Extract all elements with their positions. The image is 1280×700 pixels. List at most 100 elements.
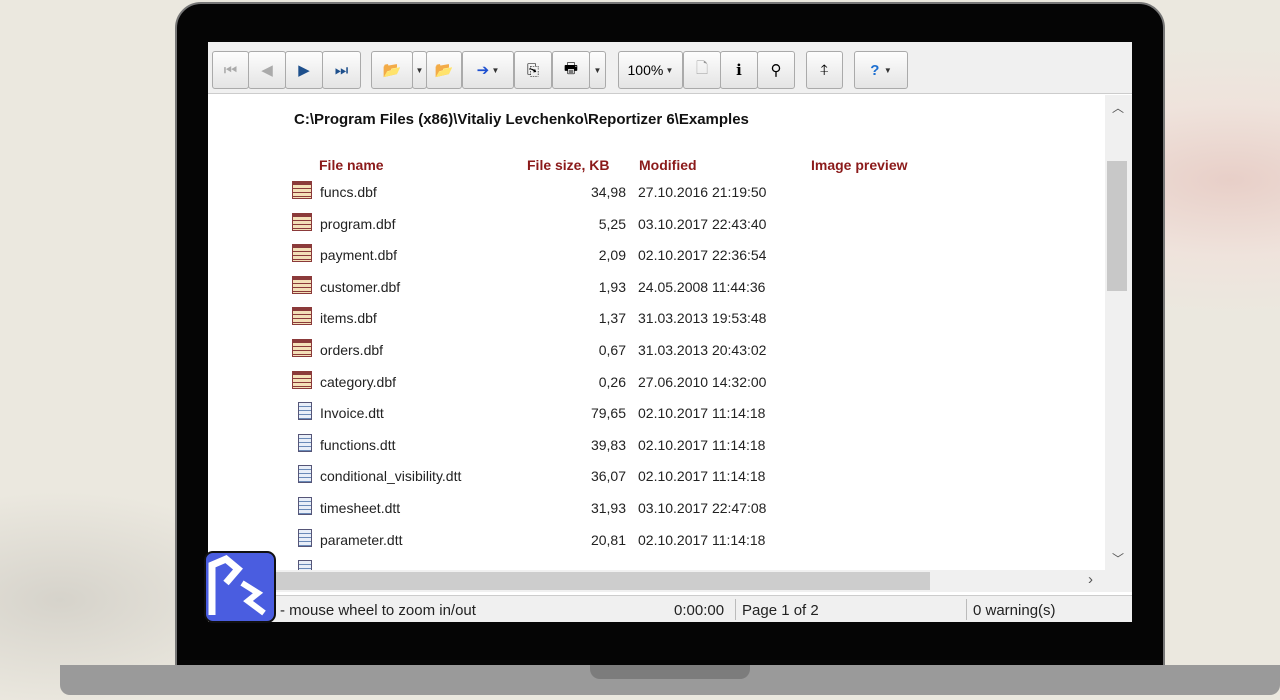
report-file-icon xyxy=(298,528,312,547)
print-button[interactable]: 🖶 xyxy=(552,51,590,89)
file-modified: 03.10.2017 22:47:08 xyxy=(638,500,767,516)
file-size: 79,65 xyxy=(590,405,626,422)
table-file-icon xyxy=(292,370,312,389)
chevron-down-icon: ▼ xyxy=(879,65,892,75)
page-icon: 🗋 xyxy=(695,59,709,77)
printer-icon: 🖶 xyxy=(563,59,579,77)
app-logo xyxy=(204,551,276,623)
file-name: conditional_visibility.dtt xyxy=(320,468,462,485)
status-time: 0:00:00 xyxy=(674,602,725,619)
file-name: items.dbf xyxy=(320,310,377,327)
header-file-size: File size, KB xyxy=(527,157,610,173)
copy-button[interactable]: ⎘ xyxy=(514,51,552,89)
file-modified: 31.03.2013 20:43:02 xyxy=(638,342,767,358)
file-modified: 02.10.2017 11:14:18 xyxy=(638,436,766,453)
file-name: orders.dbf xyxy=(320,342,384,358)
horizontal-scrollbar[interactable]: › xyxy=(208,570,1132,592)
file-row: customer.dbf 1,93 24.05.2008 11:44:36 xyxy=(208,275,1105,300)
file-modified: 02.10.2017 11:14:18 xyxy=(638,531,766,548)
last-page-button[interactable]: ⏭ xyxy=(322,51,361,89)
file-name: payment.dbf xyxy=(320,247,398,264)
open-button[interactable]: 📂 xyxy=(371,51,413,89)
header-modified: Modified xyxy=(639,157,697,173)
folder-close-icon: 📂 xyxy=(434,62,454,79)
file-modified: 27.10.2016 21:19:50 xyxy=(638,184,767,200)
report-viewer-window: ⏮ ◀ ▶ ⏭ 📂 ▼ 📂 ➔ ▼ ⎘ 🖶 ▼ 100% ▼ 🗋 i ⚲ ⍏ ?… xyxy=(208,42,1132,622)
page-setup-button[interactable]: 🗋 xyxy=(683,51,721,89)
next-page-button[interactable]: ▶ xyxy=(285,51,323,89)
next-page-icon: ▶ xyxy=(298,62,310,79)
header-image-preview: Image preview xyxy=(811,157,908,173)
help-button[interactable]: ? ▼ xyxy=(854,51,908,89)
file-size: 2,09 xyxy=(598,247,626,264)
file-modified: 24.05.2008 11:44:36 xyxy=(638,278,766,295)
copy-icon: ⎘ xyxy=(526,61,539,79)
file-modified: 03.10.2017 22:43:40 xyxy=(638,215,767,232)
status-hint: - mouse wheel to zoom in/out xyxy=(280,602,476,619)
info-button[interactable]: i xyxy=(720,51,758,89)
chevron-down-icon: ▼ xyxy=(415,65,424,75)
fit-page-button[interactable]: ⍏ xyxy=(806,51,843,89)
table-file-icon xyxy=(292,339,312,357)
report-file-icon xyxy=(298,497,312,515)
report-page: C:\Program Files (x86)\Vitaliy Levchenko… xyxy=(208,95,1105,578)
fit-page-icon: ⍏ xyxy=(819,61,829,79)
divider xyxy=(966,599,967,620)
toolbar: ⏮ ◀ ▶ ⏭ 📂 ▼ 📂 ➔ ▼ ⎘ 🖶 ▼ 100% ▼ 🗋 i ⚲ ⍏ ?… xyxy=(208,42,1132,94)
file-size: 1,93 xyxy=(598,278,626,295)
file-size: 34,98 xyxy=(590,184,626,200)
print-dropdown[interactable]: ▼ xyxy=(589,51,606,89)
scroll-down-icon[interactable]: ﹀ xyxy=(1112,550,1124,567)
folder-path: C:\Program Files (x86)\Vitaliy Levchenko… xyxy=(294,111,749,128)
zoom-select[interactable]: 100% ▼ xyxy=(618,51,683,89)
file-size: 36,07 xyxy=(590,468,626,485)
help-icon: ? xyxy=(870,61,880,79)
close-file-button[interactable]: 📂 xyxy=(426,51,462,89)
zoom-value: 100% xyxy=(627,62,664,78)
file-name: customer.dbf xyxy=(320,278,401,295)
file-row: parameter.dtt 20,81 02.10.2017 11:14:18 xyxy=(208,528,1105,553)
open-dropdown[interactable]: ▼ xyxy=(412,51,427,89)
file-row: category.dbf 0,26 27.06.2010 14:32:00 xyxy=(208,370,1105,395)
report-file-icon xyxy=(298,402,312,421)
file-name: category.dbf xyxy=(320,373,397,390)
table-file-icon xyxy=(292,181,312,199)
file-row: orders.dbf 0,67 31.03.2013 20:43:02 xyxy=(208,339,1105,363)
export-button[interactable]: ➔ ▼ xyxy=(462,51,514,89)
file-row: items.dbf 1,37 31.03.2013 19:53:48 xyxy=(208,307,1105,331)
first-page-button[interactable]: ⏮ xyxy=(212,51,249,89)
file-row: payment.dbf 2,09 02.10.2017 22:36:54 xyxy=(208,244,1105,268)
last-page-icon: ⏭ xyxy=(334,61,349,79)
report-file-icon xyxy=(298,465,312,484)
file-name: funcs.dbf xyxy=(320,184,377,200)
file-row: timesheet.dtt 31,93 03.10.2017 22:47:08 xyxy=(208,497,1105,521)
vertical-scroll-thumb[interactable] xyxy=(1107,161,1127,291)
file-size: 20,81 xyxy=(590,531,626,548)
header-file-name: File name xyxy=(319,157,384,173)
first-page-icon: ⏮ xyxy=(223,61,238,79)
file-row: Invoice.dtt 79,65 02.10.2017 11:14:18 xyxy=(208,402,1105,426)
file-size: 0,26 xyxy=(598,373,626,390)
file-row: functions.dtt 39,83 02.10.2017 11:14:18 xyxy=(208,433,1105,458)
table-file-icon xyxy=(292,244,312,263)
previous-page-button[interactable]: ◀ xyxy=(248,51,286,89)
file-size: 39,83 xyxy=(590,436,626,453)
scroll-right-icon[interactable]: › xyxy=(1088,571,1093,588)
scroll-up-icon[interactable]: ︿ xyxy=(1112,99,1124,116)
status-warnings: 0 warning(s) xyxy=(973,602,1056,619)
report-file-icon xyxy=(298,433,312,452)
file-modified: 31.03.2013 19:53:48 xyxy=(638,310,767,327)
chevron-down-icon: ▼ xyxy=(593,65,602,75)
status-bar: - mouse wheel to zoom in/out 0:00:00 Pag… xyxy=(208,595,1132,622)
chevron-down-icon: ▼ xyxy=(663,65,674,75)
file-modified: 02.10.2017 11:14:18 xyxy=(638,405,766,422)
file-row: conditional_visibility.dtt 36,07 02.10.2… xyxy=(208,465,1105,489)
horizontal-scroll-thumb[interactable] xyxy=(208,572,930,590)
file-size: 5,25 xyxy=(598,215,626,232)
file-name: functions.dtt xyxy=(320,436,396,453)
find-button[interactable]: ⚲ xyxy=(757,51,795,89)
file-name: parameter.dtt xyxy=(320,531,403,548)
file-name: timesheet.dtt xyxy=(320,500,401,516)
vertical-scrollbar[interactable]: ︿ ﹀ xyxy=(1105,95,1132,570)
status-page: Page 1 of 2 xyxy=(742,602,819,619)
